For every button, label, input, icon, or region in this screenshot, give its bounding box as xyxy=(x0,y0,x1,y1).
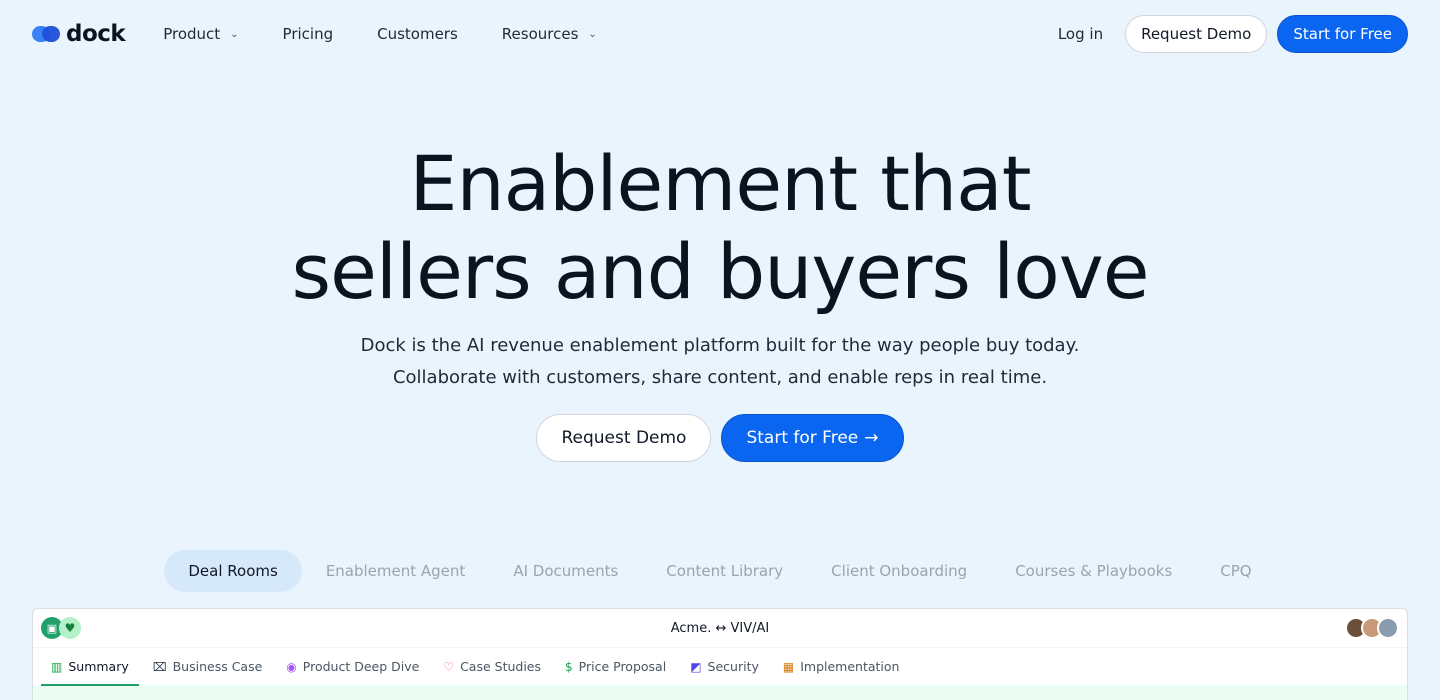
arrow-right-icon: → xyxy=(864,428,879,448)
tab-cpq[interactable]: CPQ xyxy=(1196,550,1275,592)
preview-tab-label: Price Proposal xyxy=(578,659,667,674)
preview-tab-summary[interactable]: ▥ Summary xyxy=(41,648,139,686)
preview-tab-business-case[interactable]: ⌧ Business Case xyxy=(143,648,273,686)
preview-body xyxy=(33,685,1407,700)
dock-logo-icon xyxy=(32,24,62,44)
preview-title: Acme. ↔ VIV/AI xyxy=(670,620,770,636)
tab-courses-playbooks[interactable]: Courses & Playbooks xyxy=(991,550,1196,592)
preview-header: ▣ ♥ Acme. ↔ VIV/AI xyxy=(33,609,1407,647)
nav-link-label: Pricing xyxy=(282,25,334,43)
nav-link-product[interactable]: Product ⌄ xyxy=(163,25,238,43)
nav-actions: Log in Request Demo Start for Free xyxy=(1058,15,1408,53)
preview-tab-label: Business Case xyxy=(172,659,263,674)
nav-link-label: Resources xyxy=(501,25,579,43)
hero-subtitle: Dock is the AI revenue enablement platfo… xyxy=(0,330,1440,394)
hero-subtitle-line: Collaborate with customers, share conten… xyxy=(392,367,1048,388)
hero-subtitle-line: Dock is the AI revenue enablement platfo… xyxy=(360,335,1080,356)
tab-ai-documents[interactable]: AI Documents xyxy=(489,550,642,592)
hero-start-free-label: Start for Free xyxy=(746,428,859,448)
request-demo-button[interactable]: Request Demo xyxy=(1125,15,1268,53)
preview-tab-label: Summary xyxy=(68,659,129,674)
start-free-button[interactable]: Start for Free xyxy=(1277,15,1408,53)
hero-title-line: Enablement that xyxy=(409,139,1031,228)
hero-title-line: sellers and buyers love xyxy=(291,227,1150,316)
preview-tab-security[interactable]: ◩ Security xyxy=(680,648,769,686)
book-icon: ▥ xyxy=(51,659,63,674)
nav-link-pricing[interactable]: Pricing xyxy=(283,25,334,43)
tab-enablement-agent[interactable]: Enablement Agent xyxy=(302,550,490,592)
preview-logos: ▣ ♥ xyxy=(41,617,81,639)
tab-client-onboarding[interactable]: Client Onboarding xyxy=(807,550,991,592)
chevron-down-icon: ⌄ xyxy=(230,28,239,40)
avatar-group xyxy=(1345,617,1399,639)
preview-tab-label: Implementation xyxy=(800,659,900,674)
shield-icon: ◩ xyxy=(690,659,702,674)
hero-start-free-button[interactable]: Start for Free → xyxy=(721,414,904,462)
preview-tab-implementation[interactable]: ▦ Implementation xyxy=(773,648,910,686)
preview-tab-product-deep-dive[interactable]: ◉ Product Deep Dive xyxy=(276,648,429,686)
avatar xyxy=(1377,617,1399,639)
brand-logo[interactable]: dock xyxy=(32,21,126,47)
nav-link-customers[interactable]: Customers xyxy=(377,25,458,43)
brand-name: dock xyxy=(66,21,126,47)
preview-tab-label: Security xyxy=(707,659,759,674)
nav-link-label: Product xyxy=(163,25,221,43)
deal-room-preview: ▣ ♥ Acme. ↔ VIV/AI ▥ Summary ⌧ Business … xyxy=(32,608,1408,700)
map-icon: ▦ xyxy=(782,659,795,674)
preview-tab-label: Case Studies xyxy=(460,659,542,674)
top-nav: dock Product ⌄ Pricing Customers Resourc… xyxy=(0,0,1440,68)
chevron-down-icon: ⌄ xyxy=(588,28,597,40)
preview-tab-label: Product Deep Dive xyxy=(302,659,420,674)
heart-icon: ♡ xyxy=(443,659,455,674)
compass-icon: ◉ xyxy=(286,659,297,674)
hero-cta-group: Request Demo Start for Free → xyxy=(0,414,1440,462)
hero-title: Enablement that sellers and buyers love xyxy=(0,140,1440,316)
preview-tabs: ▥ Summary ⌧ Business Case ◉ Product Deep… xyxy=(33,647,1407,686)
dollar-icon: $ xyxy=(565,659,573,674)
tab-deal-rooms[interactable]: Deal Rooms xyxy=(164,550,302,592)
tab-content-library[interactable]: Content Library xyxy=(642,550,807,592)
feature-tabs: Deal Rooms Enablement Agent AI Documents… xyxy=(0,550,1440,592)
login-link[interactable]: Log in xyxy=(1058,25,1103,43)
preview-tab-case-studies[interactable]: ♡ Case Studies xyxy=(433,648,551,686)
nav-link-label: Customers xyxy=(377,25,458,43)
nav-links: Product ⌄ Pricing Customers Resources ⌄ xyxy=(163,25,641,43)
nav-link-resources[interactable]: Resources ⌄ xyxy=(502,25,597,43)
briefcase-icon: ⌧ xyxy=(152,659,167,674)
preview-tab-price-proposal[interactable]: $ Price Proposal xyxy=(555,648,676,686)
heart-logo-icon: ♥ xyxy=(59,617,81,639)
hero-request-demo-button[interactable]: Request Demo xyxy=(536,414,712,462)
